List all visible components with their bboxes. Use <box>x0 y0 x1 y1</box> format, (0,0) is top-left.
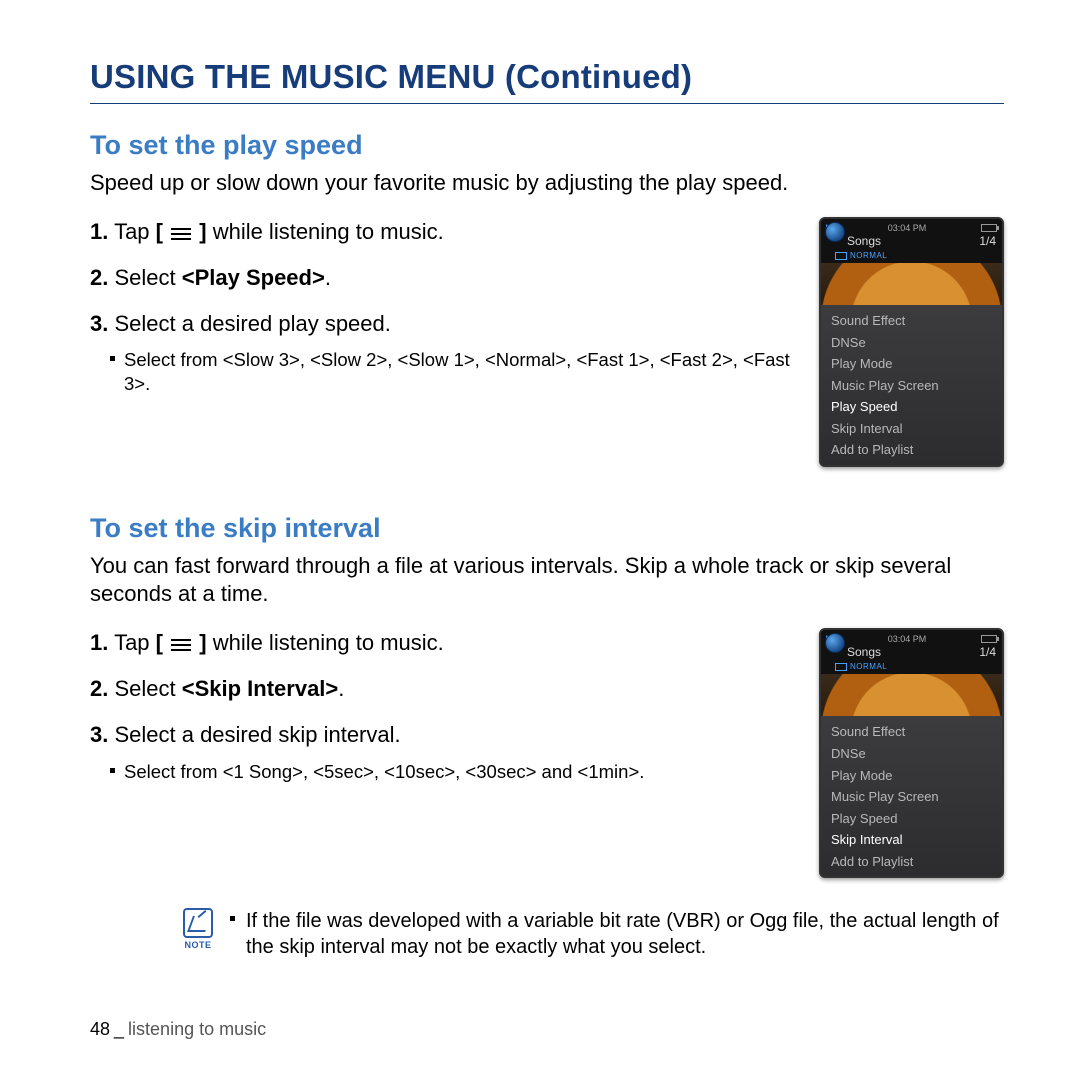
device-title-row: Songs 1/4 <box>821 645 1002 661</box>
step-text: while listening to music. <box>207 630 444 655</box>
device-menu-item: Music Play Screen <box>821 375 1002 397</box>
device-songs-label: Songs <box>847 645 881 659</box>
section-play-speed: To set the play speed Speed up or slow d… <box>90 130 1004 467</box>
device-menu-item: Skip Interval <box>821 829 1002 851</box>
device-menu-item: Play Speed <box>821 808 1002 830</box>
device-mode-label: NORMAL <box>821 250 1002 263</box>
device-menu-item: Play Speed <box>821 396 1002 418</box>
step-number: 1. <box>90 630 108 655</box>
step-number: 2. <box>90 676 108 701</box>
section-heading: To set the skip interval <box>90 513 1004 544</box>
device-screenshot: ▶ 03:04 PM Songs 1/4 NORMAL Sound Effect… <box>819 217 1004 467</box>
step-number: 1. <box>90 219 108 244</box>
device-menu-item: Add to Playlist <box>821 851 1002 873</box>
device-menu-item: Skip Interval <box>821 418 1002 440</box>
device-songs-count: 1/4 <box>979 645 996 659</box>
section-skip-interval: To set the skip interval You can fast fo… <box>90 513 1004 878</box>
steps-list: 1. Tap [ ] while listening to music. 2. … <box>90 217 795 396</box>
device-songs-label: Songs <box>847 234 881 248</box>
step-number: 3. <box>90 722 108 747</box>
menu-icon <box>171 636 191 652</box>
step-bold-term: <Play Speed> <box>182 265 325 290</box>
step-number: 3. <box>90 311 108 336</box>
step-text: . <box>338 676 344 701</box>
step-text: Tap <box>108 630 155 655</box>
step-1: 1. Tap [ ] while listening to music. <box>90 628 795 658</box>
step-text: Tap <box>108 219 155 244</box>
note-badge: NOTE <box>180 908 216 950</box>
device-time: 03:04 PM <box>888 223 927 233</box>
step-number: 2. <box>90 265 108 290</box>
device-status-bar: ▶ 03:04 PM <box>821 219 1002 234</box>
device-menu-item: Sound Effect <box>821 310 1002 332</box>
step-text: Select a desired play speed. <box>108 311 391 336</box>
step-text: Select a desired skip interval. <box>108 722 400 747</box>
device-time: 03:04 PM <box>888 634 927 644</box>
menu-icon <box>171 225 191 241</box>
battery-icon <box>981 635 997 643</box>
note-label: NOTE <box>180 940 216 950</box>
step-sub-bullet: Select from <Slow 3>, <Slow 2>, <Slow 1>… <box>90 348 795 396</box>
device-status-bar: ▶ 03:04 PM <box>821 630 1002 645</box>
device-screenshot: ▶ 03:04 PM Songs 1/4 NORMAL Sound Effect… <box>819 628 1004 878</box>
step-text: Select <box>108 265 181 290</box>
device-songs-count: 1/4 <box>979 234 996 248</box>
step-text: . <box>325 265 331 290</box>
device-menu-item: Play Mode <box>821 765 1002 787</box>
step-bold-term: <Skip Interval> <box>182 676 339 701</box>
device-mode-label: NORMAL <box>821 661 1002 674</box>
section-heading: To set the play speed <box>90 130 1004 161</box>
step-2: 2. Select <Play Speed>. <box>90 263 795 293</box>
note-block: NOTE If the file was developed with a va… <box>90 908 1004 960</box>
step-1: 1. Tap [ ] while listening to music. <box>90 217 795 247</box>
chapter-name: listening to music <box>128 1019 266 1039</box>
note-text: If the file was developed with a variabl… <box>230 908 1004 960</box>
device-menu-item: Repeat A-B Mode <box>821 872 1002 878</box>
device-menu-item: Play Mode <box>821 353 1002 375</box>
page-footer: 48_listening to music <box>90 1019 266 1040</box>
device-menu-item: Add to Playlist <box>821 439 1002 461</box>
step-2: 2. Select <Skip Interval>. <box>90 674 795 704</box>
device-album-art <box>821 674 1002 716</box>
section-intro: You can fast forward through a file at v… <box>90 552 1004 608</box>
device-menu-item: Repeat A-B Mode <box>821 461 1002 467</box>
page-number: 48 <box>90 1019 110 1039</box>
step-text: while listening to music. <box>207 219 444 244</box>
steps-list: 1. Tap [ ] while listening to music. 2. … <box>90 628 795 783</box>
step-3: 3. Select a desired skip interval. <box>90 720 795 750</box>
device-album-art <box>821 263 1002 305</box>
section-intro: Speed up or slow down your favorite musi… <box>90 169 1004 197</box>
step-text: Select <box>108 676 181 701</box>
page-title: USING THE MUSIC MENU (Continued) <box>90 58 1004 104</box>
step-3: 3. Select a desired play speed. <box>90 309 795 339</box>
device-menu: Sound EffectDNSePlay ModeMusic Play Scre… <box>821 716 1002 878</box>
battery-icon <box>981 224 997 232</box>
device-menu-item: Music Play Screen <box>821 786 1002 808</box>
step-sub-bullet: Select from <1 Song>, <5sec>, <10sec>, <… <box>90 760 795 784</box>
device-title-row: Songs 1/4 <box>821 234 1002 250</box>
device-menu: Sound EffectDNSePlay ModeMusic Play Scre… <box>821 305 1002 467</box>
device-menu-item: DNSe <box>821 743 1002 765</box>
device-menu-item: DNSe <box>821 332 1002 354</box>
note-icon <box>183 908 213 938</box>
device-menu-item: Sound Effect <box>821 721 1002 743</box>
